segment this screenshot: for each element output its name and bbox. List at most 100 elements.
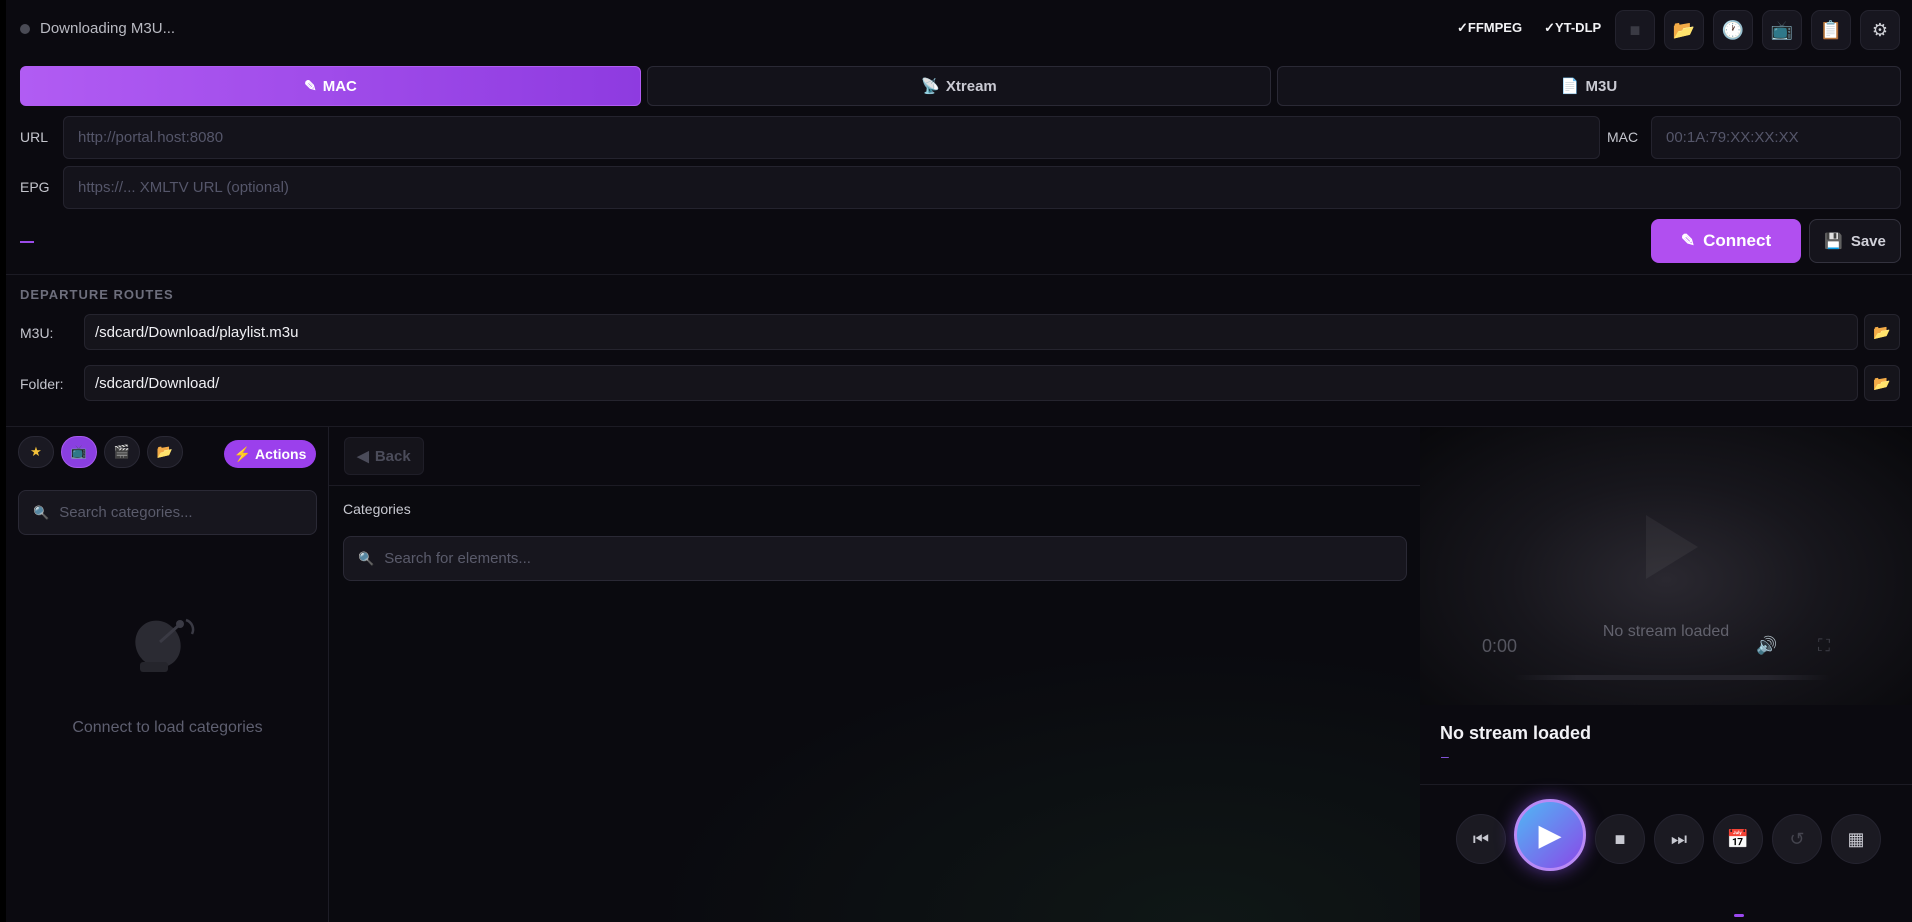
browse-m3u-button[interactable]: 📂 xyxy=(1864,314,1900,350)
category-search-input[interactable] xyxy=(59,504,316,521)
url-label: URL xyxy=(20,129,49,145)
skip-forward-icon: ⏭ xyxy=(1670,828,1688,849)
clock-icon: 🕐 xyxy=(1721,19,1745,40)
stop-button[interactable]: ■ xyxy=(1615,10,1655,50)
divider xyxy=(6,274,1912,275)
mac-label: MAC xyxy=(1607,129,1639,145)
reload-icon: ↺ xyxy=(1789,828,1805,849)
play-button[interactable]: ▶ xyxy=(1514,799,1586,871)
tab-mac-label: MAC xyxy=(322,77,357,95)
element-search[interactable]: 🔍 xyxy=(343,536,1407,581)
stop-icon: ■ xyxy=(1614,828,1626,849)
tv-button[interactable]: 📺 xyxy=(1762,10,1802,50)
stop-playback-button[interactable]: ■ xyxy=(1595,814,1645,864)
actions-button[interactable]: ⚡ Actions xyxy=(224,440,316,468)
url-input[interactable] xyxy=(78,129,1599,146)
satellite-icon: 📡 xyxy=(921,78,940,95)
clipboard-icon: 📋 xyxy=(1819,19,1843,40)
connect-button[interactable]: ✎ Connect xyxy=(1651,219,1801,263)
chip-live-tv[interactable]: 📺 xyxy=(61,436,97,468)
status-text: Downloading M3U... xyxy=(40,20,176,37)
live-tv-icon: 📺 xyxy=(70,444,88,459)
tab-xtream-label: Xtream xyxy=(945,77,997,95)
top-bar: Downloading M3U... ✓FFMPEG ✓YT-DLP ■ 📂 🕐… xyxy=(6,0,1912,58)
ytdlp-badge: ✓YT-DLP xyxy=(1544,20,1602,35)
player-overlay-text: No stream loaded xyxy=(1602,623,1730,640)
gear-icon: ⚙ xyxy=(1871,19,1889,40)
empty-state-text: Connect to load categories xyxy=(72,719,263,736)
floppy-icon: 💾 xyxy=(1824,233,1843,250)
epg-button[interactable]: 📅 xyxy=(1713,814,1763,864)
epg-label: EPG xyxy=(20,179,50,195)
m3u-path-input[interactable] xyxy=(95,323,1857,341)
dependency-badges: ✓FFMPEG ✓YT-DLP xyxy=(1457,20,1601,36)
section-title-routes: DEPARTURE ROUTES xyxy=(20,287,174,302)
volume-icon[interactable]: 🔊 xyxy=(1756,636,1777,656)
lightning-icon: ⚡ xyxy=(233,445,252,462)
history-button[interactable]: 🕐 xyxy=(1713,10,1753,50)
folder-path-label: Folder: xyxy=(20,376,64,392)
back-button[interactable]: ◀ Back xyxy=(344,437,424,475)
skip-back-icon: ⏮ xyxy=(1472,828,1490,849)
tab-mac[interactable]: ✎ MAC xyxy=(20,66,641,106)
folder-path-input[interactable] xyxy=(95,374,1857,392)
reload-button[interactable]: ↺ xyxy=(1772,814,1822,864)
clipboard-button[interactable]: 📋 xyxy=(1811,10,1851,50)
folder-icon: 📂 xyxy=(1672,19,1696,40)
grid-icon: ▦ xyxy=(1847,828,1865,849)
previous-button[interactable]: ⏮ xyxy=(1456,814,1506,864)
epg-field[interactable] xyxy=(63,166,1901,209)
seek-bar[interactable] xyxy=(1514,675,1830,680)
tab-m3u[interactable]: 📄 M3U xyxy=(1277,66,1901,106)
satellite-dish-icon xyxy=(135,618,195,672)
open-folder-button[interactable]: 📂 xyxy=(1664,10,1704,50)
stream-title: No stream loaded xyxy=(1440,723,1592,743)
save-button[interactable]: 💾 Save xyxy=(1809,219,1901,263)
actions-label: Actions xyxy=(255,446,307,462)
pen-icon: ✎ xyxy=(1680,231,1696,250)
stop-icon: ■ xyxy=(1629,19,1641,40)
folder-icon: 📂 xyxy=(156,444,174,459)
stream-info xyxy=(1420,705,1912,785)
progress-dash xyxy=(20,241,34,243)
m3u-path-field[interactable] xyxy=(84,314,1858,350)
category-search[interactable]: 🔍 xyxy=(18,490,317,535)
calendar-icon: 📅 xyxy=(1726,828,1750,849)
search-icon: 🔍 xyxy=(33,504,50,520)
chip-favorites[interactable]: ★ xyxy=(18,436,54,468)
search-icon: 🔍 xyxy=(358,550,375,566)
play-overlay-icon xyxy=(1646,515,1698,579)
mac-input[interactable] xyxy=(1666,129,1900,146)
document-icon: 📄 xyxy=(1560,78,1580,95)
element-search-input[interactable] xyxy=(384,550,1406,567)
back-label: Back xyxy=(374,447,411,465)
stream-subtitle: – xyxy=(1441,748,1449,764)
multiview-button[interactable]: ▦ xyxy=(1831,814,1881,864)
folder-icon: 📂 xyxy=(1873,374,1891,391)
tv-icon: 📺 xyxy=(1770,19,1794,40)
ffmpeg-badge: ✓FFMPEG xyxy=(1457,20,1523,35)
movies-icon: 🎬 xyxy=(113,444,131,459)
epg-input[interactable] xyxy=(78,179,1900,196)
settings-button[interactable]: ⚙ xyxy=(1860,10,1900,50)
play-icon: ▶ xyxy=(1538,818,1562,852)
chip-folders[interactable]: 📂 xyxy=(147,436,183,468)
browse-folder-button[interactable]: 📂 xyxy=(1864,365,1900,401)
folder-path-field[interactable] xyxy=(84,365,1858,401)
url-field[interactable] xyxy=(63,116,1600,159)
chip-movies[interactable]: 🎬 xyxy=(104,436,140,468)
tab-xtream[interactable]: 📡 Xtream xyxy=(647,66,1271,106)
m3u-path-label: M3U: xyxy=(20,325,54,341)
favorites-icon: ★ xyxy=(30,444,42,459)
app-window: Downloading M3U... ✓FFMPEG ✓YT-DLP ■ 📂 🕐… xyxy=(6,0,1912,922)
next-button[interactable]: ⏭ xyxy=(1654,814,1704,864)
fullscreen-icon[interactable]: ⛶ xyxy=(1818,636,1830,656)
save-label: Save xyxy=(1850,232,1886,250)
folder-icon: 📂 xyxy=(1873,323,1891,340)
connect-label: Connect xyxy=(1703,231,1772,250)
status-dot xyxy=(20,23,30,34)
content-title: Categories xyxy=(343,501,411,517)
back-arrow-icon: ◀ xyxy=(357,448,369,465)
mac-field[interactable] xyxy=(1651,116,1901,159)
tab-m3u-label: M3U xyxy=(1585,77,1618,95)
